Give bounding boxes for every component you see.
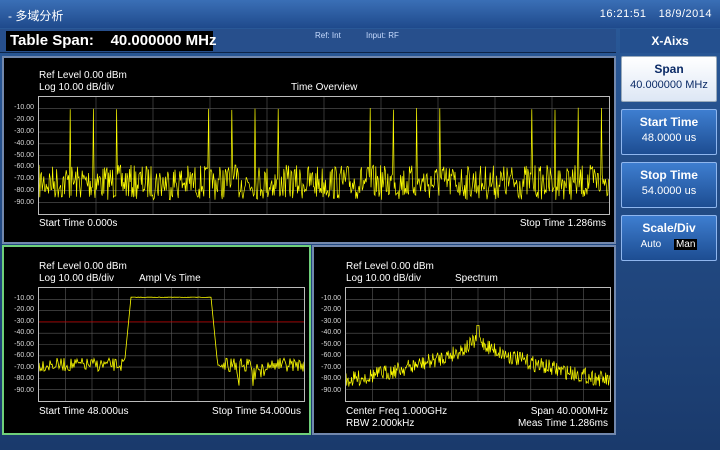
y-tick-label: -80.00 — [14, 375, 34, 382]
y-tick-label: -30.00 — [14, 317, 34, 325]
ref-level-label: Ref Level 0.00 dBm — [39, 261, 127, 272]
y-tick-label: -20.00 — [321, 306, 341, 313]
panel-title: Ampl Vs Time — [139, 273, 201, 284]
analyzer-window: - 多域分析 16:21:51 18/9/2014 Table Span: 40.… — [0, 0, 720, 450]
y-tick-label: -60.00 — [321, 352, 341, 359]
clock-date: 18/9/2014 — [658, 8, 712, 20]
center-freq-label: Center Freq 1.000GHz — [346, 406, 448, 417]
start-time-label: Start Time 0.000s — [39, 218, 118, 229]
ampl-vs-time-plot — [38, 287, 305, 402]
scale-mode-options: Auto Man — [622, 239, 716, 250]
clock: 16:21:51 18/9/2014 — [588, 8, 712, 20]
title-bar: - 多域分析 16:21:51 18/9/2014 — [0, 0, 720, 28]
ampl-vs-time-trace — [39, 288, 304, 401]
spectrum-plot — [345, 287, 611, 402]
y-tick-label: -70.00 — [321, 363, 341, 371]
y-tick-label: -40.00 — [14, 139, 34, 147]
y-tick-label: -80.00 — [321, 375, 341, 382]
y-tick-label: -40.00 — [321, 329, 341, 336]
softkey-value: 54.0000 us — [641, 185, 697, 197]
softkey-label: Scale/Div — [642, 221, 696, 235]
softkey-label: Span — [654, 62, 684, 76]
clock-time: 16:21:51 — [599, 8, 647, 20]
y-tick-label: -10.00 — [14, 103, 34, 111]
softkey-label: Stop Time — [640, 168, 698, 182]
y-tick-label: -40.00 — [14, 329, 34, 336]
y-tick-label: -20.00 — [14, 115, 34, 123]
ampl-vs-time-panel[interactable]: Ref Level 0.00 dBm Log 10.00 dB/div Ampl… — [2, 245, 311, 435]
spectrum-panel[interactable]: Ref Level 0.00 dBm Log 10.00 dB/div Spec… — [312, 245, 616, 435]
span-softkey[interactable]: Span 40.000000 MHz — [621, 56, 717, 102]
table-span-field[interactable]: Table Span: 40.000000 MHz — [6, 31, 216, 51]
time-overview-trace — [39, 97, 609, 214]
y-tick-label: -50.00 — [14, 340, 34, 348]
y-tick-label: -20.00 — [14, 306, 34, 313]
time-overview-plot — [38, 96, 610, 215]
y-tick-label: -10.00 — [14, 294, 34, 302]
panel-title: Spectrum — [455, 273, 498, 284]
y-tick-label: -60.00 — [14, 352, 34, 359]
y-tick-label: -10.00 — [321, 294, 341, 302]
y-tick-label: -80.00 — [14, 187, 34, 195]
start-time-label: Start Time 48.000us — [39, 406, 129, 417]
softkey-value: 40.000000 MHz — [630, 79, 708, 91]
y-tick-label: -60.00 — [14, 163, 34, 171]
scale-option-auto[interactable]: Auto — [641, 239, 662, 250]
stop-time-label: Stop Time 54.000us — [212, 406, 301, 417]
sidebar-header: X-Aixs — [620, 29, 720, 53]
input-indicator: Input: RF — [366, 31, 399, 40]
softkey-label: Start Time — [639, 115, 699, 129]
table-span-label: Table Span: — [10, 32, 94, 49]
scale-label: Log 10.00 dB/div — [346, 273, 422, 284]
y-tick-label: -30.00 — [321, 317, 341, 325]
table-span-value: 40.000000 MHz — [110, 32, 217, 49]
y-tick-label: -70.00 — [14, 175, 34, 183]
window-title: - 多域分析 — [8, 9, 64, 23]
y-tick-label: -90.00 — [14, 199, 34, 207]
y-tick-label: -30.00 — [14, 127, 34, 135]
scale-div-softkey[interactable]: Scale/Div Auto Man — [621, 215, 717, 261]
scale-label: Log 10.00 dB/div — [39, 82, 115, 93]
scale-label: Log 10.00 dB/div — [39, 273, 115, 284]
rbw-label: RBW 2.000kHz — [346, 418, 415, 429]
softkey-value: 48.0000 us — [641, 132, 697, 144]
ref-level-label: Ref Level 0.00 dBm — [39, 70, 127, 81]
scale-option-man[interactable]: Man — [673, 239, 698, 250]
info-bar: Table Span: 40.000000 MHz Ref: Int Input… — [0, 29, 616, 53]
start-time-softkey[interactable]: Start Time 48.0000 us — [621, 109, 717, 155]
y-tick-label: -90.00 — [321, 386, 341, 394]
ref-level-label: Ref Level 0.00 dBm — [346, 261, 434, 272]
time-overview-panel[interactable]: Ref Level 0.00 dBm Log 10.00 dB/div Time… — [2, 56, 616, 244]
y-tick-label: -50.00 — [321, 340, 341, 348]
stop-time-softkey[interactable]: Stop Time 54.0000 us — [621, 162, 717, 208]
y-tick-label: -70.00 — [14, 363, 34, 371]
panel-title: Time Overview — [291, 82, 358, 93]
y-tick-label: -50.00 — [14, 151, 34, 159]
meas-time-label: Meas Time 1.286ms — [517, 418, 608, 429]
spectrum-trace — [346, 288, 610, 401]
stop-time-label: Stop Time 1.286ms — [519, 218, 606, 229]
span-label: Span 40.000MHz — [530, 406, 608, 417]
ref-mode-indicator: Ref: Int — [315, 31, 341, 40]
y-tick-label: -90.00 — [14, 386, 34, 394]
